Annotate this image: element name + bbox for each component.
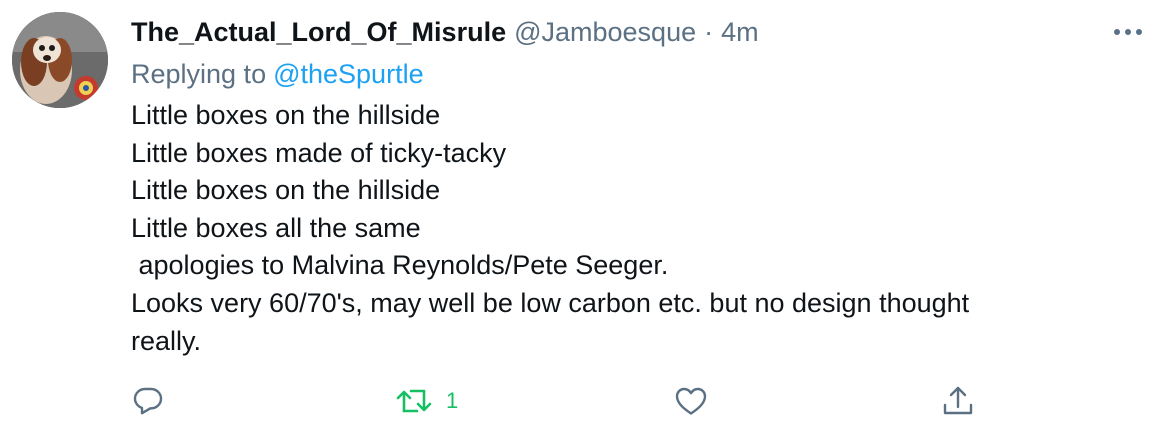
share-button[interactable]: [941, 380, 975, 422]
tweet-header: The_Actual_Lord_Of_Misrule @Jamboesque ·…: [131, 14, 759, 50]
tweet: The_Actual_Lord_Of_Misrule @Jamboesque ·…: [0, 0, 1172, 434]
timestamp[interactable]: 4m: [721, 14, 759, 50]
user-handle[interactable]: @Jamboesque: [514, 14, 696, 50]
display-name[interactable]: The_Actual_Lord_Of_Misrule: [131, 14, 506, 50]
reply-icon: [133, 387, 163, 415]
retweet-icon: [396, 389, 432, 413]
retweet-button[interactable]: 1: [396, 380, 458, 422]
tweet-text-line: Little boxes all the same: [131, 212, 421, 243]
replying-to-label: Replying to: [131, 59, 267, 89]
reply-button[interactable]: [132, 380, 164, 422]
like-button[interactable]: [674, 380, 708, 422]
share-icon: [943, 386, 973, 415]
avatar[interactable]: [12, 12, 108, 108]
tweet-text: Little boxes on the hillside Little boxe…: [131, 97, 1131, 360]
avatar-image: [12, 12, 108, 108]
heart-icon: [675, 387, 707, 415]
replying-to-mention[interactable]: @theSpurtle: [273, 59, 424, 89]
tweet-text-line: Little boxes on the hillside: [131, 100, 441, 130]
more-icon: [1114, 29, 1142, 35]
more-options-button[interactable]: [1112, 20, 1144, 44]
retweet-count: 1: [446, 388, 459, 413]
tweet-text-line: apologies to Malvina Reynolds/Pete Seege…: [131, 250, 669, 281]
action-bar: 1: [0, 380, 1172, 422]
tweet-text-line: really.: [131, 325, 202, 356]
replying-to: Replying to @theSpurtle: [131, 56, 424, 92]
tweet-text-line: Looks very 60/70's, may well be low carb…: [131, 287, 970, 318]
separator-dot: ·: [704, 17, 714, 47]
tweet-text-line: Little boxes made of ticky-tacky: [131, 137, 507, 168]
tweet-text-line: Little boxes on the hillside: [131, 175, 441, 206]
